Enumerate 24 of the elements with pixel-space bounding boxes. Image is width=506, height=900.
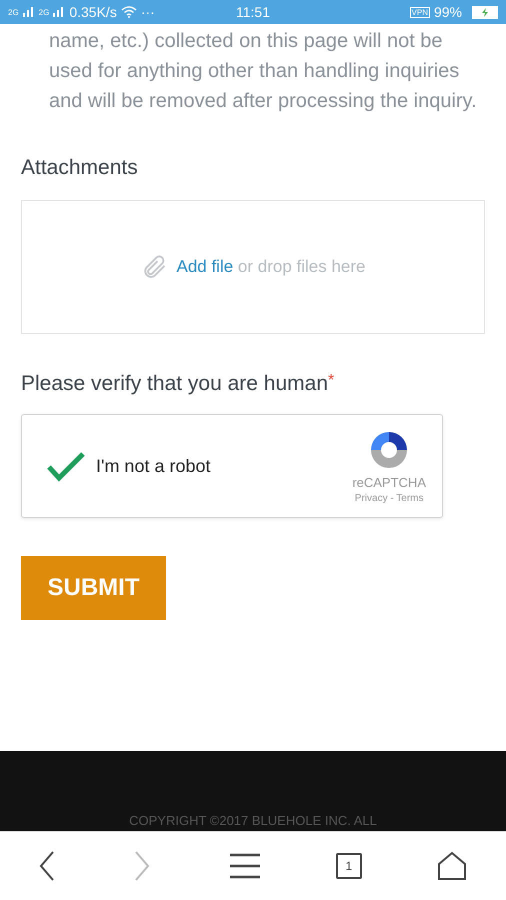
recaptcha-brand: reCAPTCHA [352,475,426,490]
privacy-terms-links[interactable]: Privacy - Terms [354,493,424,504]
wifi-icon [120,6,137,18]
required-mark: * [328,372,334,389]
vpn-badge: VPN [410,6,430,18]
checkmark-icon[interactable] [46,449,86,483]
signal-icon [22,7,35,17]
network-speed: 0.35K/s [69,4,117,20]
attachments-heading: Attachments [21,156,139,180]
file-drop-zone[interactable]: Add file or drop files here [21,200,485,334]
verify-heading-text: Please verify that you are human [21,372,328,395]
more-indicator: ··· [140,4,155,20]
network-label: 2G [38,8,50,16]
drop-hint: or drop files here [238,257,366,276]
copyright-text: COPYRIGHT ©2017 BLUEHOLE INC. ALL [129,813,377,828]
signal-icon [53,7,66,17]
battery-level: 99% [434,4,462,20]
add-file-link[interactable]: Add file [176,257,234,276]
network-label: 2G [8,8,19,16]
tabs-button[interactable]: 1 [336,853,362,879]
submit-button[interactable]: SUBMIT [21,556,166,620]
privacy-notice: name, etc.) collected on this page will not be used for anything other than handling inquiries and will be removed after processing the inquiry. [49,29,478,114]
captcha-label: I'm not a robot [96,456,212,476]
clock: 11:51 [236,4,270,20]
